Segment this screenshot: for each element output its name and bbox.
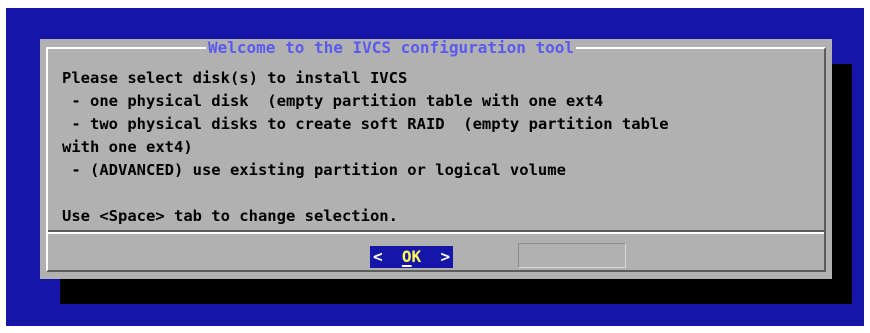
message-line: - two physical disks to create soft RAID… [62, 115, 669, 133]
button-separator [48, 230, 824, 234]
ok-button[interactable]: < OK > [370, 246, 454, 268]
message-line: ​ [62, 182, 822, 205]
message-line: Please select disk(s) to install IVCS [62, 69, 408, 87]
message-line: - (ADVANCED) use existing partition or l… [62, 161, 566, 179]
dialog-message: Please select disk(s) to install IVCS - … [62, 67, 822, 228]
inactive-button-outline [518, 243, 626, 268]
message-line: - one physical disk (empty partition tab… [62, 92, 604, 110]
ok-right-bracket: > [440, 247, 451, 266]
ok-label: OK [402, 247, 421, 266]
welcome-dialog: Welcome to the IVCS configuration tool P… [40, 39, 832, 279]
message-line: with one ext4) [62, 138, 193, 156]
dialog-title: Welcome to the IVCS configuration tool [206, 38, 577, 57]
message-line: Use <Space> tab to change selection. [62, 207, 398, 225]
ok-hotkey: O [401, 247, 412, 266]
ok-label-rest: K [411, 247, 422, 266]
ok-left-bracket: < [373, 247, 383, 266]
dialog-frame: Welcome to the IVCS configuration tool P… [46, 40, 826, 272]
